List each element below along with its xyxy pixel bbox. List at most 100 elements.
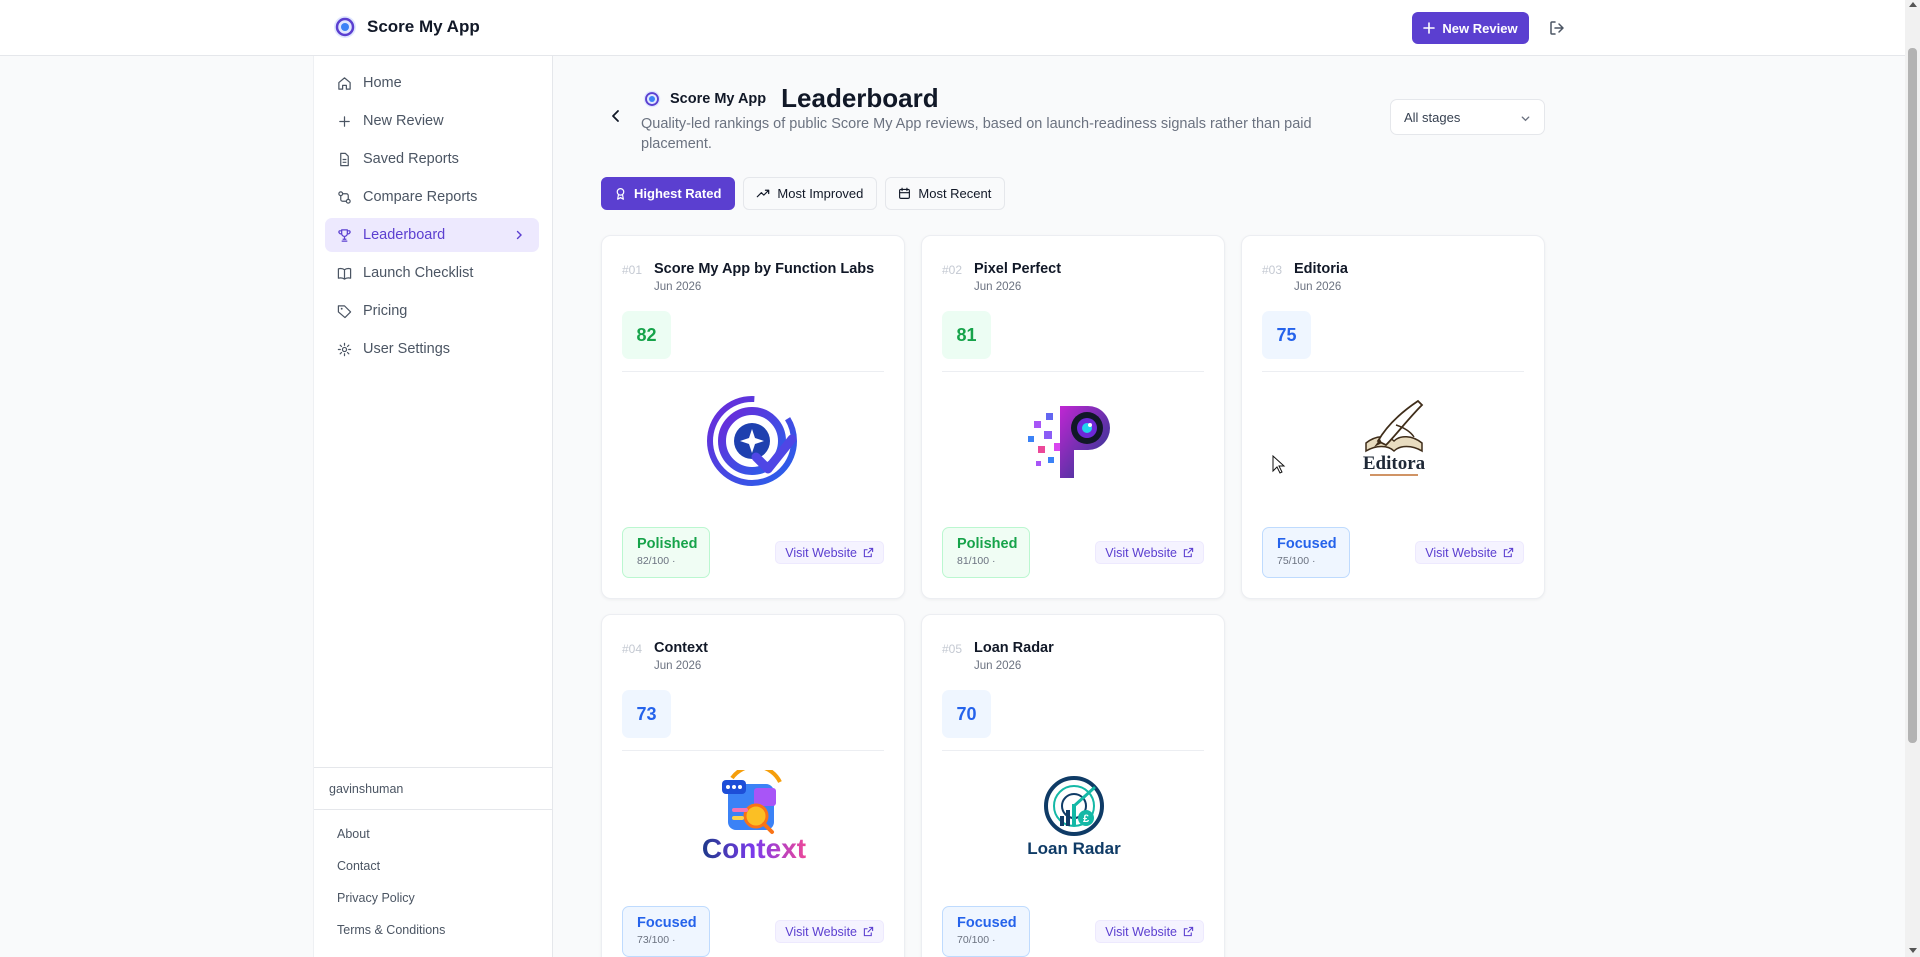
sidebar-item-label: Home [363,75,402,91]
sidebar-item-launch-checklist[interactable]: Launch Checklist [325,256,539,290]
rank-number: #03 [1262,263,1283,277]
leaderboard-card[interactable]: #03 Editoria Jun 2026 75 Editora Focused… [1241,235,1545,599]
scroll-up-arrow-icon[interactable] [1909,2,1917,7]
footer-link-about[interactable]: About [337,827,553,859]
app-title[interactable]: Loan Radar [974,640,1054,656]
sidebar-item-user-settings[interactable]: User Settings [325,332,539,366]
username[interactable]: gavinshuman [314,767,553,809]
new-review-label: New Review [1442,20,1518,36]
tab-label: Highest Rated [634,186,722,201]
tier-badge: Focused 70/100 · [942,906,1030,957]
leaderboard-card[interactable]: #05 Loan Radar Jun 2026 70 £ Loan Radar … [921,614,1225,957]
score-box: 81 [942,311,991,359]
plus-icon [339,115,350,127]
tier-label: Focused [957,915,1017,931]
visit-label: Visit Website [1105,545,1177,560]
tab-most-recent[interactable]: Most Recent [885,177,1006,210]
visit-website-button[interactable]: Visit Website [1415,541,1524,564]
scrollbar-thumb[interactable] [1908,48,1917,743]
visit-website-button[interactable]: Visit Website [1095,541,1204,564]
top-bar: Score My App New Review [0,0,1905,56]
score-box: 82 [622,311,671,359]
logo-wordmark: Loan Radar [1027,839,1121,858]
tier-label: Focused [637,915,697,931]
app-title[interactable]: Score My App by Function Labs [654,261,874,277]
sidebar-nav: Home New Review Saved Reports Compare Re… [325,66,539,370]
score-box: 73 [622,690,671,738]
app-logo-image [707,396,797,486]
compare-icon [338,190,351,204]
sidebar-item-label: User Settings [363,341,451,357]
leaderboard-card[interactable]: #02 Pixel Perfect Jun 2026 81 Polished 8… [921,235,1225,599]
app-logo-image: £ Loan Radar [1027,776,1121,858]
tier-label: Polished [957,536,1018,552]
tier-score: 81/100 · [957,555,996,567]
tier-badge: Polished 82/100 · [622,527,710,578]
sidebar-item-saved-reports[interactable]: Saved Reports [325,142,539,176]
tab-most-improved[interactable]: Most Improved [743,177,878,210]
tier-score: 75/100 · [1277,555,1316,567]
app-logo-image [1028,406,1110,478]
logo-wordmark: Editora [1363,453,1426,474]
app-logo-image: Context [702,770,806,864]
sidebar-item-label: Leaderboard [363,227,446,243]
external-link-icon [1183,547,1194,558]
tier-badge: Polished 81/100 · [942,527,1030,578]
tier-badge: Focused 73/100 · [622,906,710,957]
brand[interactable]: Score My App [333,15,480,39]
sidebar-item-label: Saved Reports [363,151,459,167]
divider [622,750,884,751]
sidebar-item-pricing[interactable]: Pricing [325,294,539,328]
review-date: Jun 2026 [974,660,1022,672]
sidebar-item-new-review[interactable]: New Review [325,104,539,138]
sidebar: Home New Review Saved Reports Compare Re… [313,56,553,957]
footer-link-contact[interactable]: Contact [337,859,553,891]
trophy-icon [338,228,351,242]
tier-label: Polished [637,536,698,552]
page-header: Score My App Leaderboard [643,83,939,114]
back-arrow-icon[interactable] [608,108,624,124]
visit-website-button[interactable]: Visit Website [775,541,884,564]
tab-highest-rated[interactable]: Highest Rated [601,177,736,210]
visit-label: Visit Website [1105,924,1177,939]
footer-links: About Contact Privacy Policy Terms & Con… [314,809,553,955]
header-brand: Score My App [670,90,767,107]
file-icon [340,152,349,166]
app-title[interactable]: Editoria [1294,261,1348,277]
new-review-button[interactable]: New Review [1412,12,1529,44]
review-date: Jun 2026 [974,281,1022,293]
rank-number: #04 [622,642,643,656]
mouse-cursor-icon [1272,455,1286,474]
page-title: Leaderboard [781,83,939,113]
app-logo-icon [334,16,356,38]
footer-link-terms[interactable]: Terms & Conditions [337,923,553,955]
rank-number: #01 [622,263,643,277]
sort-tabs: Highest Rated Most Improved Most Recent [601,177,1006,210]
footer-link-privacy[interactable]: Privacy Policy [337,891,553,923]
visit-label: Visit Website [785,545,857,560]
tag-icon [337,304,352,318]
score-box: 70 [942,690,991,738]
tier-score: 70/100 · [957,934,996,946]
sidebar-item-label: Launch Checklist [363,265,474,281]
sidebar-item-compare-reports[interactable]: Compare Reports [325,180,539,214]
leaderboard-card[interactable]: #01 Score My App by Function Labs Jun 20… [601,235,905,599]
visit-website-button[interactable]: Visit Website [1095,920,1204,943]
review-date: Jun 2026 [654,281,702,293]
review-date: Jun 2026 [654,660,702,672]
scroll-down-arrow-icon[interactable] [1909,948,1917,953]
tab-label: Most Improved [777,186,864,201]
stage-filter-select[interactable]: All stages [1390,99,1545,135]
sidebar-item-leaderboard[interactable]: Leaderboard [325,218,539,252]
app-title[interactable]: Context [654,640,708,656]
review-date: Jun 2026 [1294,281,1342,293]
leaderboard-card[interactable]: #04 Context Jun 2026 73 Context Focused … [601,614,905,957]
tab-label: Most Recent [918,186,992,201]
brand-logo-icon [643,90,661,107]
app-title[interactable]: Pixel Perfect [974,261,1061,277]
sidebar-item-home[interactable]: Home [325,66,539,100]
logout-icon[interactable] [1547,18,1567,38]
visit-website-button[interactable]: Visit Website [775,920,884,943]
trending-up-icon [757,189,770,198]
book-icon [337,267,352,280]
